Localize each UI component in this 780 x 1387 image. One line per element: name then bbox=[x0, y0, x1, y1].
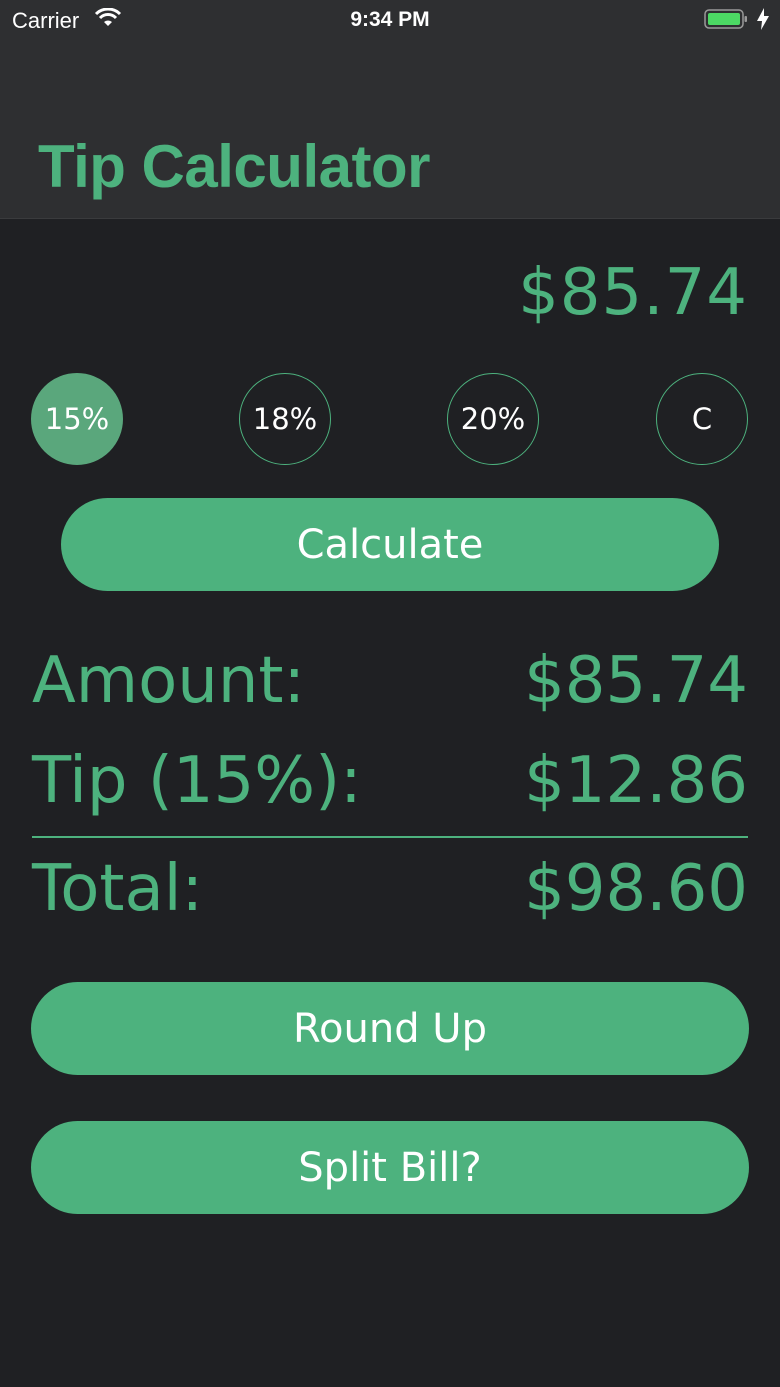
amount-value: $85.74 bbox=[524, 644, 748, 718]
charging-bolt-icon bbox=[757, 8, 769, 30]
total-row: Total: $98.60 bbox=[32, 852, 748, 932]
tip-18-button[interactable]: 18% bbox=[239, 373, 331, 465]
tip-20-button[interactable]: 20% bbox=[447, 373, 539, 465]
amount-label: Amount: bbox=[32, 644, 306, 718]
battery-icon bbox=[704, 9, 747, 29]
tip-row: Tip (15%): $12.86 bbox=[32, 744, 748, 824]
total-label: Total: bbox=[32, 852, 204, 926]
status-bar: Carrier 9:34 PM bbox=[0, 0, 780, 40]
navigation-header: Carrier 9:34 PM Tip Calculator bbox=[0, 0, 780, 219]
status-time: 9:34 PM bbox=[350, 8, 430, 31]
clear-button[interactable]: C bbox=[656, 373, 748, 465]
tip-value: $12.86 bbox=[524, 744, 748, 818]
amount-row: Amount: $85.74 bbox=[32, 644, 748, 724]
total-value: $98.60 bbox=[524, 852, 748, 926]
bill-amount-input[interactable]: $85.74 bbox=[518, 256, 748, 330]
split-bill-button[interactable]: Split Bill? bbox=[31, 1121, 749, 1214]
tip-label: Tip (15%): bbox=[32, 744, 362, 818]
divider bbox=[32, 836, 748, 838]
page-title: Tip Calculator bbox=[38, 133, 430, 200]
calculate-button[interactable]: Calculate bbox=[61, 498, 719, 591]
round-up-button[interactable]: Round Up bbox=[31, 982, 749, 1075]
tip-15-button[interactable]: 15% bbox=[31, 373, 123, 465]
